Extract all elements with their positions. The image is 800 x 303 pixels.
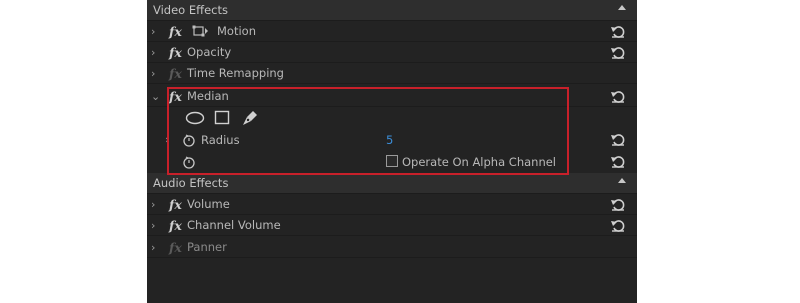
motion-transform-icon[interactable] [192, 25, 208, 38]
alpha-channel-label[interactable]: Operate On Alpha Channel [402, 155, 556, 169]
video-effects-title: Video Effects [153, 3, 228, 17]
effect-row-motion[interactable]: › fx Motion [147, 21, 637, 42]
chevron-right-icon[interactable]: › [165, 133, 169, 146]
param-row-radius: › Radius 5 [147, 129, 637, 150]
fx-icon: fx [169, 239, 182, 255]
audio-effects-header[interactable]: Audio Effects [147, 173, 637, 194]
collapse-up-icon[interactable] [618, 178, 626, 183]
effect-label-panner: Panner [187, 240, 227, 254]
fx-icon[interactable]: fx [169, 45, 182, 60]
radius-value[interactable]: 5 [386, 133, 393, 147]
rectangle-mask-icon[interactable] [214, 110, 230, 126]
chevron-right-icon[interactable]: › [151, 241, 155, 254]
alpha-channel-checkbox[interactable] [386, 155, 398, 167]
reset-icon[interactable] [610, 23, 626, 39]
mask-tools-row [147, 107, 637, 129]
param-row-alpha: Operate On Alpha Channel [147, 151, 637, 172]
pen-mask-icon[interactable] [241, 109, 259, 127]
effect-label-time-remapping: Time Remapping [187, 66, 284, 80]
param-label-radius: Radius [201, 132, 240, 147]
effect-row-panner[interactable]: › fx Panner [147, 237, 637, 258]
effect-label-median: Median [187, 89, 229, 103]
reset-icon[interactable] [610, 154, 626, 170]
fx-icon: fx [169, 65, 182, 81]
fx-icon[interactable]: fx [169, 218, 182, 233]
stopwatch-icon[interactable] [182, 155, 196, 169]
chevron-right-icon[interactable]: › [151, 198, 155, 211]
effect-label-channel-volume: Channel Volume [187, 218, 281, 232]
reset-icon[interactable] [610, 196, 626, 212]
effect-row-channel-volume[interactable]: › fx Channel Volume [147, 215, 637, 236]
effect-controls-panel: Video Effects › fx Motion › fx Opacity ›… [147, 0, 637, 303]
chevron-right-icon[interactable]: › [151, 25, 155, 38]
stopwatch-icon[interactable] [182, 133, 196, 147]
fx-icon[interactable]: fx [169, 24, 182, 39]
chevron-right-icon[interactable]: › [151, 219, 155, 232]
audio-effects-title: Audio Effects [153, 176, 229, 190]
chevron-down-icon[interactable]: ⌄ [151, 90, 160, 103]
chevron-right-icon[interactable]: › [151, 67, 155, 80]
effect-row-median[interactable]: ⌄ fx Median [147, 86, 637, 107]
chevron-right-icon[interactable]: › [151, 46, 155, 59]
effect-label-opacity: Opacity [187, 45, 232, 59]
collapse-up-icon[interactable] [618, 5, 626, 10]
reset-icon[interactable] [610, 44, 626, 60]
effect-row-time-remapping[interactable]: › fx Time Remapping [147, 63, 637, 84]
reset-icon[interactable] [610, 217, 626, 233]
effect-label-volume: Volume [187, 197, 230, 211]
reset-icon[interactable] [610, 88, 626, 104]
effect-label-motion: Motion [217, 24, 256, 38]
fx-icon[interactable]: fx [169, 89, 182, 104]
effect-row-volume[interactable]: › fx Volume [147, 194, 637, 215]
reset-icon[interactable] [610, 132, 626, 148]
ellipse-mask-icon[interactable] [185, 111, 205, 125]
fx-icon[interactable]: fx [169, 197, 182, 212]
video-effects-header[interactable]: Video Effects [147, 0, 637, 21]
effect-row-opacity[interactable]: › fx Opacity [147, 42, 637, 63]
